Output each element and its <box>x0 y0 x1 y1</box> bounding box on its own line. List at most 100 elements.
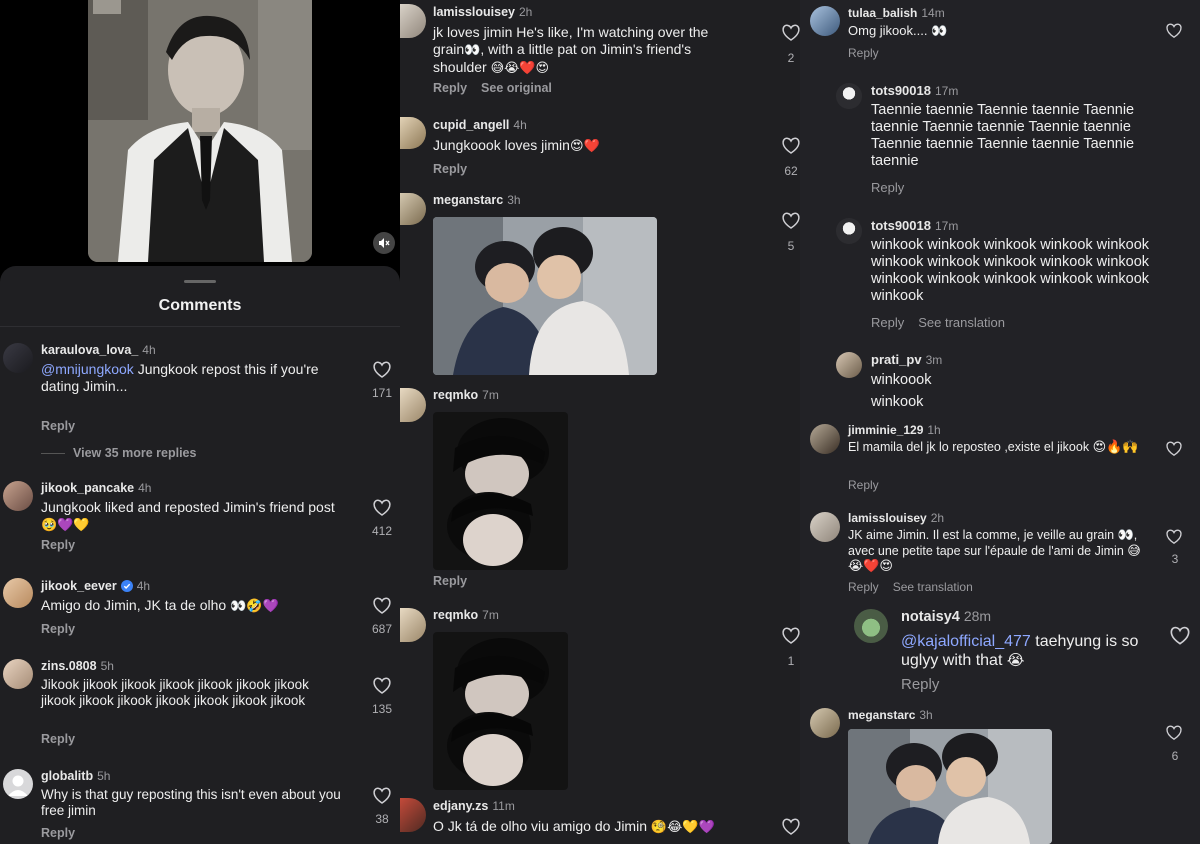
avatar[interactable] <box>810 708 840 738</box>
reply-button[interactable]: Reply <box>433 574 467 588</box>
avatar[interactable] <box>3 343 33 373</box>
reply-button[interactable]: Reply <box>848 46 879 60</box>
comment-username[interactable]: jikook_pancake 4h <box>41 481 151 495</box>
heart-icon[interactable] <box>1169 626 1191 646</box>
reply-button[interactable]: Reply <box>41 622 75 636</box>
see-original-button[interactable]: See original <box>481 81 552 95</box>
comment-username[interactable]: edjany.zs 11m <box>433 799 515 813</box>
avatar[interactable] <box>836 218 862 244</box>
comment-text: @kajalofficial_477 taehyung is so uglyy … <box>901 633 1139 669</box>
avatar[interactable] <box>810 6 840 36</box>
comment-username[interactable]: notaisy4 28m <box>901 608 991 625</box>
reply-button[interactable]: Reply <box>41 419 75 433</box>
comment-username[interactable]: meganstarc 3h <box>433 193 521 207</box>
comment-text: Jungkook liked and reposted Jimin's frie… <box>41 499 335 533</box>
like-count: 38 <box>375 812 389 826</box>
comment-time: 11m <box>492 799 515 813</box>
comment-text: Amigo do Jimin, JK ta de olho 👀🤣💜 <box>41 597 279 614</box>
reply-button[interactable]: Reply <box>901 676 939 693</box>
view-more-replies[interactable]: View 35 more replies <box>41 446 196 460</box>
emoji-group: 🥹💜💛 <box>41 517 90 533</box>
comment-username[interactable]: cupid_angell 4h <box>433 118 527 132</box>
heart-icon[interactable] <box>1165 23 1183 39</box>
heart-icon[interactable] <box>781 818 800 836</box>
reply-button[interactable]: Reply <box>41 826 75 840</box>
comment-username[interactable]: tots90018 17m <box>871 83 958 98</box>
avatar[interactable] <box>836 352 862 378</box>
avatar[interactable] <box>3 578 33 608</box>
avatar[interactable] <box>400 388 426 422</box>
reply-button[interactable]: Reply <box>433 81 467 95</box>
reply-button[interactable]: Reply <box>41 732 75 746</box>
heart-icon[interactable] <box>372 677 392 695</box>
heart-icon[interactable] <box>781 24 800 42</box>
avatar[interactable] <box>810 512 840 542</box>
heart-icon[interactable] <box>372 361 392 379</box>
mention-link[interactable]: @kajalofficial_477 <box>901 633 1031 650</box>
avatar[interactable] <box>400 4 426 38</box>
avatar-default-icon[interactable] <box>3 769 33 799</box>
heart-icon[interactable] <box>372 597 392 615</box>
drag-handle[interactable] <box>184 280 216 283</box>
comment-username[interactable]: prati_pv 3m <box>871 352 942 367</box>
comment-username[interactable]: globalitb 5h <box>41 769 110 783</box>
comment-time: 3m <box>925 353 943 367</box>
comment-username[interactable]: jikook_eever 4h <box>41 579 150 593</box>
comment-time: 7m <box>482 388 499 402</box>
reply-button[interactable]: Reply <box>41 538 75 552</box>
heart-icon[interactable] <box>781 137 800 155</box>
comment-photo[interactable] <box>433 412 568 570</box>
avatar[interactable] <box>3 481 33 511</box>
heart-icon[interactable] <box>1165 529 1183 545</box>
avatar[interactable] <box>400 193 426 225</box>
mute-button[interactable] <box>373 232 395 254</box>
reply-button[interactable]: Reply <box>871 315 904 330</box>
reply-button[interactable]: Reply <box>848 478 879 492</box>
comment-time: 5h <box>97 769 111 783</box>
heart-icon[interactable] <box>800 406 801 424</box>
comment-photo[interactable] <box>848 729 1052 844</box>
heart-icon[interactable] <box>372 499 392 517</box>
comment-username[interactable]: lamisslouisey 2h <box>433 5 532 19</box>
comment-username[interactable]: lamisslouisey 2h <box>848 511 944 525</box>
comment-time: 4h <box>142 343 156 357</box>
mention-link[interactable]: @mnijungkook <box>41 361 134 377</box>
comment-text: winkoook <box>871 372 932 388</box>
column-c: tulaa_balish 14m Omg jikook.... 👀 Reply t… <box>800 0 1200 844</box>
comment-time: 5h <box>100 659 114 673</box>
heart-icon[interactable] <box>372 787 392 805</box>
comment-photo[interactable] <box>433 217 657 375</box>
avatar[interactable] <box>810 424 840 454</box>
comment-username[interactable]: jimminie_129 1h <box>848 423 941 437</box>
heart-icon[interactable] <box>781 212 800 230</box>
reply-button[interactable]: Reply <box>848 580 879 594</box>
see-translation-button[interactable]: See translation <box>893 580 973 594</box>
speaker-muted-icon <box>379 238 390 248</box>
avatar[interactable] <box>400 608 426 642</box>
comment-username[interactable]: zins.0808 5h <box>41 659 114 673</box>
reply-button[interactable]: Reply <box>433 162 467 176</box>
comment-username[interactable]: tulaa_balish 14m <box>848 6 945 20</box>
comment-username[interactable]: reqmko 7m <box>433 388 499 402</box>
video-post[interactable] <box>88 0 312 262</box>
comment-username[interactable]: reqmko 7m <box>433 608 499 622</box>
avatar[interactable] <box>400 117 426 149</box>
like-count: 1 <box>787 654 795 668</box>
emoji-group: 😅😭❤️😍 <box>490 61 550 76</box>
heart-icon[interactable] <box>781 627 800 645</box>
emoji-group: 😭 <box>1006 651 1025 669</box>
emoji-group: 👀🤣💜 <box>230 599 279 614</box>
avatar[interactable] <box>400 798 426 832</box>
reply-button[interactable]: Reply <box>871 180 904 195</box>
see-translation-button[interactable]: See translation <box>918 315 1005 330</box>
avatar[interactable] <box>3 659 33 689</box>
comment-username[interactable]: karaulova_lova_ 4h <box>41 343 156 357</box>
heart-icon[interactable] <box>1165 725 1183 741</box>
comment-username[interactable]: tots90018 17m <box>871 218 958 233</box>
avatar[interactable] <box>836 83 862 109</box>
comment-username[interactable]: meganstarc 3h <box>848 708 933 722</box>
comment-actions: Reply See translation <box>871 315 1019 330</box>
avatar[interactable] <box>854 609 888 643</box>
comment-photo[interactable] <box>433 632 568 790</box>
heart-icon[interactable] <box>1165 441 1183 457</box>
